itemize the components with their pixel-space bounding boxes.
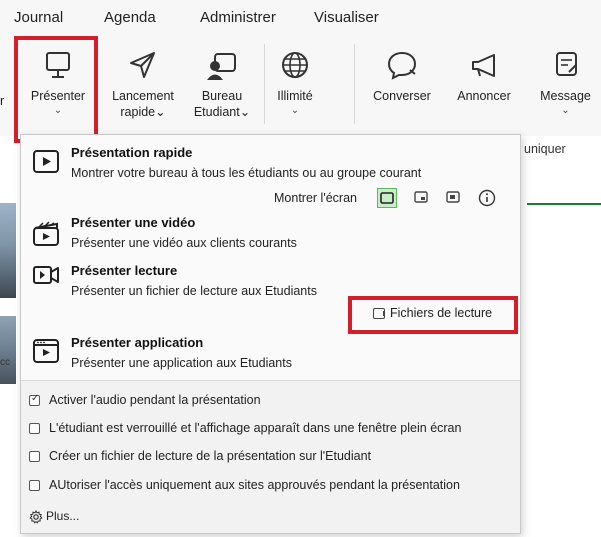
chat-icon	[387, 51, 417, 80]
accent-line	[527, 203, 601, 205]
app-window-icon	[33, 339, 59, 363]
quick-launch-button[interactable]: Lancement rapide⌄	[104, 36, 182, 132]
student-desktop-icon	[207, 53, 236, 80]
send-icon	[130, 52, 155, 78]
screen-mode-button[interactable]	[412, 188, 432, 208]
menu-bar: Journal Agenda Administrer Visualiser	[0, 0, 601, 36]
checkbox-box[interactable]	[29, 393, 40, 406]
ribbon-group-label: uniquer	[524, 142, 566, 156]
chevron-down-icon: ⌄	[561, 105, 570, 116]
option-title: Présenter application	[71, 335, 204, 350]
unlimited-label: Illimité	[277, 89, 313, 103]
message-button[interactable]: Message ⌄	[530, 36, 601, 132]
video-clapper-icon	[33, 221, 59, 246]
info-button[interactable]	[477, 188, 497, 208]
option-desc: Présenter une vidéo aux clients courants	[71, 236, 297, 250]
message-label: Message	[540, 89, 591, 103]
gear-icon	[29, 509, 43, 524]
chevron-down-icon: ⌄	[290, 105, 300, 116]
megaphone-icon	[472, 54, 495, 77]
background-thumbnail	[0, 203, 16, 298]
student-desktop-label-2: Etudiant⌄	[193, 105, 251, 119]
presentation-settings: Activer l'audio pendant la présentation …	[21, 380, 520, 533]
option-title: Présenter une vidéo	[71, 215, 196, 230]
video-camera-icon	[33, 266, 59, 284]
globe-icon	[282, 52, 308, 78]
option-desc: Présenter un fichier de lecture aux Etud…	[71, 284, 317, 298]
highlight-present-button	[14, 36, 98, 143]
chat-label: Converser	[373, 89, 431, 103]
menu-administrer[interactable]: Administrer	[200, 9, 276, 26]
option-title: Présentation rapide	[71, 145, 193, 160]
option-title: Présenter lecture	[71, 263, 178, 278]
background-thumbnail-text: cc	[0, 357, 10, 368]
checkbox-label: Créer un fichier de lecture de la présen…	[49, 449, 372, 463]
unlimited-button[interactable]: Illimité ⌄	[264, 36, 326, 132]
checkbox-label: Activer l'audio pendant la présentation	[49, 393, 261, 407]
more-label: Plus...	[46, 509, 80, 523]
ribbon-separator	[354, 44, 355, 124]
option-desc: Présenter une application aux Etudiants	[71, 356, 292, 370]
checkbox-box[interactable]	[29, 480, 40, 491]
ribbon-separator	[264, 44, 265, 124]
checkbox-label: L'étudiant est verrouillé et l'affichage…	[49, 421, 462, 435]
monitor-icon	[380, 192, 394, 204]
announce-button[interactable]: Annoncer	[446, 36, 522, 132]
info-icon	[478, 189, 496, 207]
checkbox-label: AUtoriser l'accès uniquement aux sites a…	[49, 478, 460, 492]
play-screen-icon	[33, 150, 59, 173]
student-desktop-label: Bureau	[201, 89, 243, 103]
background-thumbnail	[0, 316, 16, 384]
highlight-playback-files	[348, 296, 518, 334]
checkbox-box[interactable]	[29, 423, 40, 434]
window-icon	[414, 191, 428, 203]
screen-mode-button[interactable]	[377, 188, 397, 208]
show-screen-label: Montrer l'écran	[274, 191, 357, 205]
present-dropdown: Présentation rapide Montrer votre bureau…	[20, 134, 521, 534]
menu-journal[interactable]: Journal	[14, 9, 63, 26]
checkbox-box[interactable]	[29, 451, 40, 462]
window-small-icon	[446, 191, 460, 203]
student-desktop-button[interactable]: Bureau Etudiant⌄	[186, 36, 258, 132]
quick-launch-label: Lancement	[112, 89, 174, 103]
menu-visualiser[interactable]: Visualiser	[314, 9, 379, 26]
more-button[interactable]: Plus...	[29, 509, 79, 524]
message-icon	[555, 52, 577, 76]
announce-label: Annoncer	[457, 89, 511, 103]
chat-button[interactable]: Converser	[366, 36, 438, 132]
menu-agenda[interactable]: Agenda	[104, 9, 156, 26]
option-desc: Montrer votre bureau à tous les étudiant…	[71, 166, 422, 180]
ribbon-left-edge-text: r	[0, 94, 5, 108]
screen-mode-button[interactable]	[444, 188, 464, 208]
quick-launch-label-2: rapide⌄	[120, 105, 166, 119]
